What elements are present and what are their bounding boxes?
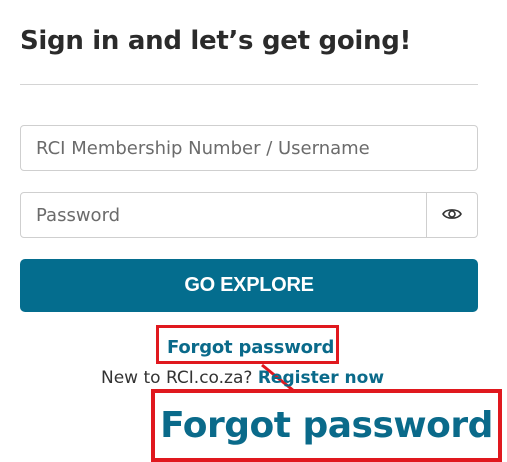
- username-field[interactable]: [20, 125, 478, 171]
- register-prompt-text: New to RCI.co.za?: [101, 368, 253, 388]
- zoom-callout: Forgot password: [151, 389, 502, 462]
- show-password-button[interactable]: [426, 193, 477, 237]
- zoom-callout-label: Forgot password: [160, 405, 493, 446]
- go-explore-button[interactable]: GO EXPLORE: [20, 259, 478, 312]
- highlight-box: [156, 325, 339, 364]
- password-field[interactable]: [20, 192, 478, 238]
- signin-heading: Sign in and let’s get going!: [20, 26, 412, 56]
- register-prompt: New to RCI.co.za? Register now: [101, 368, 384, 388]
- register-now-link[interactable]: Register now: [258, 368, 384, 388]
- divider: [20, 84, 478, 85]
- password-input[interactable]: [21, 193, 426, 237]
- username-input[interactable]: [21, 126, 477, 170]
- eye-icon: [442, 206, 462, 225]
